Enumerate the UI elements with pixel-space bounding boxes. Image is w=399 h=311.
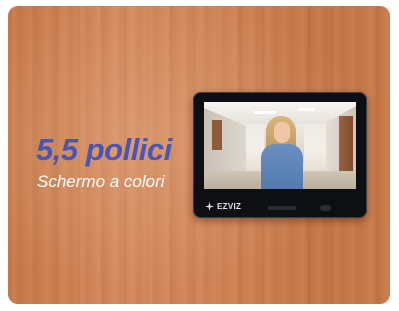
hallway-left-door: [212, 120, 222, 150]
monitor-sensor-dot: [320, 205, 331, 211]
ceiling-light: [299, 108, 315, 111]
device-brand-label: EZVIZ: [217, 202, 242, 211]
screen-size-headline: 5,5 pollici: [36, 132, 172, 167]
monitor-sensor-bar: [268, 206, 296, 210]
monitor-screen-image: [204, 102, 356, 189]
device-brand-logo: EZVIZ: [205, 202, 241, 211]
screen-type-subheadline: Schermo a colori: [37, 172, 165, 191]
hallway-right-door: [339, 116, 353, 172]
promo-card: 5,5 pollici Schermo a colori EZVIZ: [8, 6, 390, 304]
ceiling-light: [254, 111, 276, 114]
ezviz-logo-icon: [205, 202, 214, 211]
visitor-sweater: [261, 144, 303, 189]
visitor-face: [274, 122, 290, 143]
indoor-monitor-device: EZVIZ: [193, 92, 367, 218]
